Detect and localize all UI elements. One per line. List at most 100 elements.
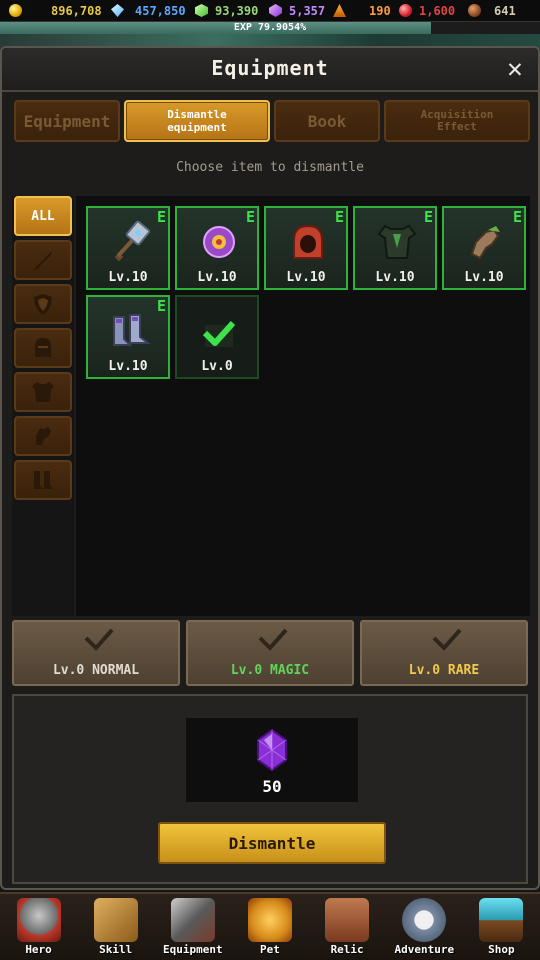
nav-shop[interactable]: Shop (463, 894, 540, 960)
gold-currency: 896,708 (6, 0, 108, 22)
hood-icon (293, 224, 323, 259)
item-boots[interactable]: E Lv.10 (86, 295, 170, 379)
boots-icon (113, 314, 151, 346)
tab-acquisition-effect[interactable]: Acquisition Effect (384, 100, 530, 142)
armor-icon (32, 382, 54, 402)
nav-equipment[interactable]: Equipment (154, 894, 231, 960)
armor-icon (377, 224, 417, 259)
brown-token-value: 641 (494, 3, 516, 18)
item-level: Lv.10 (108, 270, 148, 285)
gauntlet-icon (470, 226, 500, 260)
helmet-icon (35, 338, 51, 357)
nav-skill-label: Skill (99, 943, 133, 956)
red-gem-value: 1,600 (419, 3, 456, 18)
boots-icon (34, 471, 53, 489)
green-gem-currency: 93,390 (192, 0, 266, 22)
item-purple-orb[interactable]: E Lv.10 (175, 206, 259, 290)
compass-icon (402, 898, 447, 942)
rarity-normal-button[interactable]: Lv.0 NORMAL (12, 620, 180, 686)
item-grid: E Lv.10 E Lv.10 E Lv.10 E Lv.10 E Lv.10 … (76, 196, 530, 616)
item-red-hood[interactable]: E Lv.10 (264, 206, 348, 290)
check-icon (202, 320, 236, 347)
filter-shield[interactable] (14, 284, 72, 324)
check-icon (258, 628, 288, 651)
nav-relic[interactable]: Relic (309, 894, 386, 960)
gold-coin-icon (9, 4, 22, 17)
reward-area: 50 Dismantle (12, 694, 528, 884)
tab-bar: Equipment Dismantle equipment Book Acqui… (14, 100, 530, 142)
filter-column: ALL (12, 196, 74, 616)
brown-token-currency: 641 (460, 0, 524, 22)
equipped-badge: E (156, 297, 166, 315)
filter-weapon[interactable] (14, 240, 72, 280)
purple-crystal-icon (257, 728, 287, 772)
purple-crystal-value: 5,357 (289, 3, 326, 18)
tab-equipment[interactable]: Equipment (14, 100, 120, 142)
item-gauntlet[interactable]: E Lv.10 (442, 206, 526, 290)
item-selected[interactable]: Lv.0 (175, 295, 259, 379)
nav-relic-label: Relic (330, 943, 364, 956)
diamond-icon (111, 4, 124, 17)
filter-gloves[interactable] (14, 416, 72, 456)
reward-preview: 50 (186, 718, 358, 802)
orange-ore-value: 190 (369, 3, 391, 18)
item-level: Lv.10 (197, 270, 237, 285)
green-gem-value: 93,390 (215, 3, 259, 18)
filter-armor[interactable] (14, 372, 72, 412)
nav-equipment-label: Equipment (163, 943, 223, 956)
diamond-currency: 457,850 (108, 0, 192, 22)
shield-icon (34, 294, 52, 315)
nav-skill[interactable]: Skill (77, 894, 154, 960)
panel-title: Equipment (211, 56, 329, 80)
brown-token-icon (468, 4, 481, 17)
nav-pet-label: Pet (260, 943, 280, 956)
gold-value: 896,708 (51, 3, 102, 18)
item-dark-armor[interactable]: E Lv.10 (353, 206, 437, 290)
orb-icon (203, 226, 235, 258)
item-level: Lv.10 (464, 270, 504, 285)
rarity-magic-button[interactable]: Lv.0 MAGIC (186, 620, 354, 686)
filter-all[interactable]: ALL (14, 196, 72, 236)
filter-boots[interactable] (14, 460, 72, 500)
close-button[interactable]: ✕ (502, 56, 528, 82)
nav-hero-label: Hero (25, 943, 52, 956)
equipped-badge: E (156, 208, 166, 226)
exp-label: EXP 79.9054% (233, 22, 307, 33)
item-level: Lv.10 (375, 270, 415, 285)
nav-adventure[interactable]: Adventure (386, 894, 463, 960)
equipped-badge: E (334, 208, 344, 226)
reward-amount: 50 (262, 777, 282, 796)
hammer-icon (114, 220, 151, 262)
currency-bar: 896,708 457,850 93,390 5,357 190 1,600 6… (0, 0, 540, 22)
purple-crystal-icon (269, 4, 282, 17)
item-level: Lv.10 (286, 270, 326, 285)
rarity-rare-label: Lv.0 RARE (408, 663, 480, 678)
rarity-rare-button[interactable]: Lv.0 RARE (360, 620, 528, 686)
shop-chest-icon (479, 898, 524, 942)
exp-bar: EXP 79.9054% (0, 22, 540, 34)
equipped-badge: E (512, 208, 522, 226)
filter-helmet[interactable] (14, 328, 72, 368)
nav-shop-label: Shop (488, 943, 515, 956)
item-warhammer[interactable]: E Lv.10 (86, 206, 170, 290)
red-gem-currency: 1,600 (396, 0, 460, 22)
orange-ore-currency: 190 (330, 0, 396, 22)
diamond-value: 457,850 (135, 3, 186, 18)
nav-hero[interactable]: Hero (0, 894, 77, 960)
check-icon (84, 628, 114, 651)
nav-pet[interactable]: Pet (231, 894, 308, 960)
relic-chest-icon (325, 898, 370, 942)
check-icon (432, 628, 462, 651)
purple-crystal-currency: 5,357 (266, 0, 330, 22)
orange-ore-icon (333, 4, 346, 17)
gloves-icon (36, 427, 51, 445)
filter-all-label: ALL (31, 208, 55, 224)
tab-dismantle-equipment[interactable]: Dismantle equipment (124, 100, 270, 142)
close-icon: ✕ (507, 54, 523, 84)
dismantle-button[interactable]: Dismantle (158, 822, 386, 864)
tab-book[interactable]: Book (274, 100, 380, 142)
equipped-badge: E (423, 208, 433, 226)
equipment-icon (170, 898, 215, 942)
nav-adventure-label: Adventure (394, 943, 455, 956)
sword-icon (34, 251, 52, 270)
